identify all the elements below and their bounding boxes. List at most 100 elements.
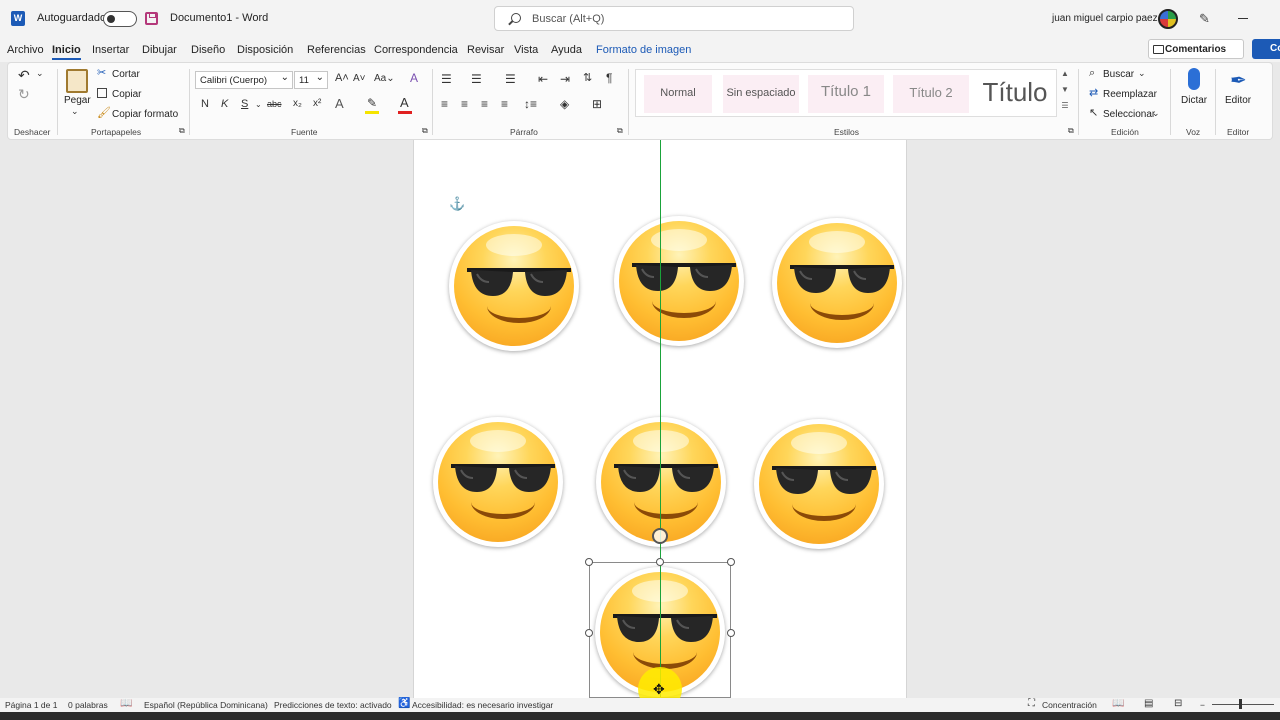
avatar[interactable] (1158, 9, 1178, 29)
text-effects-icon[interactable]: A (335, 97, 344, 110)
styles-launcher-icon[interactable]: ⧉ (1068, 127, 1074, 135)
decrease-indent-icon[interactable]: ⇤ (538, 73, 548, 85)
align-left-icon[interactable]: ≡ (441, 98, 448, 110)
text-predictions-status[interactable]: Predicciones de texto: activado (274, 700, 392, 710)
tab-diseno[interactable]: Diseño (191, 44, 225, 56)
rotate-handle-icon[interactable] (652, 528, 668, 544)
style-normal[interactable]: Normal (644, 75, 712, 113)
increase-indent-icon[interactable]: ⇥ (560, 73, 570, 85)
cut-button[interactable]: Cortar (112, 69, 140, 80)
word-count[interactable]: 0 palabras (68, 700, 108, 710)
align-center-icon[interactable]: ≡ (461, 98, 468, 110)
line-spacing-icon[interactable]: ↕≡ (524, 98, 537, 110)
emoji-image[interactable] (772, 218, 902, 348)
tab-inicio[interactable]: Inicio (52, 44, 81, 60)
comments-button[interactable]: Comentarios (1148, 39, 1244, 59)
bold-button[interactable]: N (201, 99, 209, 110)
share-button[interactable]: Co (1252, 39, 1280, 59)
focus-button[interactable]: Concentración (1042, 700, 1097, 710)
font-size-dropdown[interactable]: 11 (294, 71, 328, 89)
emoji-image[interactable] (449, 221, 579, 351)
pen-icon[interactable]: ✎ (1199, 11, 1213, 26)
paste-icon[interactable] (66, 69, 88, 93)
search-input[interactable]: Buscar (Alt+Q) (494, 6, 854, 31)
tab-correspondencia[interactable]: Correspondencia (374, 44, 458, 56)
show-marks-button[interactable]: ¶ (606, 72, 612, 84)
user-name[interactable]: juan miguel carpio paez (1052, 13, 1158, 24)
shrink-font-icon[interactable]: A˅ (353, 74, 366, 84)
document-title[interactable]: Documento1 - Word (170, 12, 268, 24)
superscript-button[interactable]: x² (313, 99, 321, 109)
select-dropdown-icon[interactable]: ⌄ (1152, 109, 1160, 118)
tab-formato-de-imagen[interactable]: Formato de imagen (596, 44, 691, 56)
print-layout-icon[interactable]: ▤ (1144, 698, 1153, 709)
format-painter-button[interactable]: Copiar formato (112, 109, 178, 120)
underline-dropdown-icon[interactable]: ⌄ (255, 101, 262, 109)
multilevel-list-icon[interactable]: ☰ (505, 73, 516, 85)
undo-dropdown-icon[interactable]: ⌄ (36, 69, 44, 78)
editor-button[interactable]: Editor (1225, 95, 1251, 106)
tab-disposicion[interactable]: Disposición (237, 44, 293, 56)
emoji-image[interactable] (614, 216, 744, 346)
paste-dropdown-icon[interactable]: ⌄ (71, 107, 79, 116)
style-no-spacing[interactable]: Sin espaciado (723, 75, 799, 113)
microphone-icon[interactable] (1188, 68, 1200, 90)
clipboard-launcher-icon[interactable]: ⧉ (179, 127, 185, 135)
font-launcher-icon[interactable]: ⧉ (422, 127, 428, 135)
resize-handle[interactable] (656, 558, 664, 566)
tab-archivo[interactable]: Archivo (7, 44, 44, 56)
italic-button[interactable]: K (221, 99, 228, 110)
style-title[interactable]: Título (977, 75, 1053, 113)
chevron-down-icon[interactable]: ▼ (1059, 85, 1071, 101)
subscript-button[interactable]: x₂ (293, 99, 302, 109)
borders-icon[interactable]: ⊞ (592, 98, 602, 110)
copy-button[interactable]: Copiar (112, 89, 141, 100)
zoom-slider-thumb[interactable] (1239, 699, 1242, 709)
numbering-icon[interactable]: ☰ (471, 73, 482, 85)
resize-handle[interactable] (585, 629, 593, 637)
find-dropdown-icon[interactable]: ⌄ (1138, 69, 1146, 78)
zoom-slider[interactable] (1212, 704, 1274, 705)
resize-handle[interactable] (727, 629, 735, 637)
change-case-icon[interactable]: Aa⌄ (374, 74, 395, 84)
select-button[interactable]: Seleccionar (1103, 109, 1155, 120)
font-name-dropdown[interactable]: Calibri (Cuerpo) (195, 71, 293, 89)
highlight-icon[interactable]: ✎ (367, 97, 377, 109)
tab-ayuda[interactable]: Ayuda (551, 44, 582, 56)
shading-icon[interactable]: ◈ (560, 98, 569, 110)
resize-handle[interactable] (585, 558, 593, 566)
read-mode-icon[interactable]: 📖 (1112, 698, 1124, 709)
paste-button[interactable]: Pegar (64, 95, 91, 106)
accessibility-status[interactable]: Accesibilidad: es necesario investigar (412, 700, 553, 710)
tab-dibujar[interactable]: Dibujar (142, 44, 177, 56)
find-button[interactable]: Buscar (1103, 69, 1134, 80)
tab-referencias[interactable]: Referencias (307, 44, 366, 56)
language-status[interactable]: Español (República Dominicana) (144, 700, 268, 710)
paragraph-launcher-icon[interactable]: ⧉ (617, 127, 623, 135)
save-icon[interactable] (145, 12, 158, 25)
proofing-icon[interactable]: 📖 (120, 698, 132, 709)
style-title-1[interactable]: Título 1 (808, 75, 884, 113)
style-title-2[interactable]: Título 2 (893, 75, 969, 113)
align-right-icon[interactable]: ≡ (481, 98, 488, 110)
more-styles-icon[interactable]: ☰ (1059, 101, 1071, 117)
editor-pen-icon[interactable]: ✒ (1230, 68, 1252, 92)
emoji-image[interactable] (754, 419, 884, 549)
bullets-icon[interactable]: ☰ (441, 73, 452, 85)
resize-handle[interactable] (727, 558, 735, 566)
dictate-button[interactable]: Dictar (1181, 95, 1207, 106)
justify-icon[interactable]: ≡ (501, 98, 508, 110)
tab-revisar[interactable]: Revisar (467, 44, 504, 56)
emoji-image[interactable] (433, 417, 563, 547)
autosave-toggle[interactable] (103, 11, 137, 27)
redo-icon[interactable]: ↻ (18, 87, 30, 101)
underline-button[interactable]: S (241, 99, 248, 110)
replace-button[interactable]: Reemplazar (1103, 89, 1157, 100)
chevron-up-icon[interactable]: ▲ (1059, 69, 1071, 85)
undo-icon[interactable]: ↶ (18, 68, 30, 82)
minimize-icon[interactable] (1238, 18, 1248, 19)
page-count[interactable]: Página 1 de 1 (5, 700, 57, 710)
zoom-out-icon[interactable]: − (1200, 700, 1205, 710)
clear-format-icon[interactable]: A (410, 72, 418, 84)
sort-icon[interactable]: ⇅ (583, 73, 592, 84)
